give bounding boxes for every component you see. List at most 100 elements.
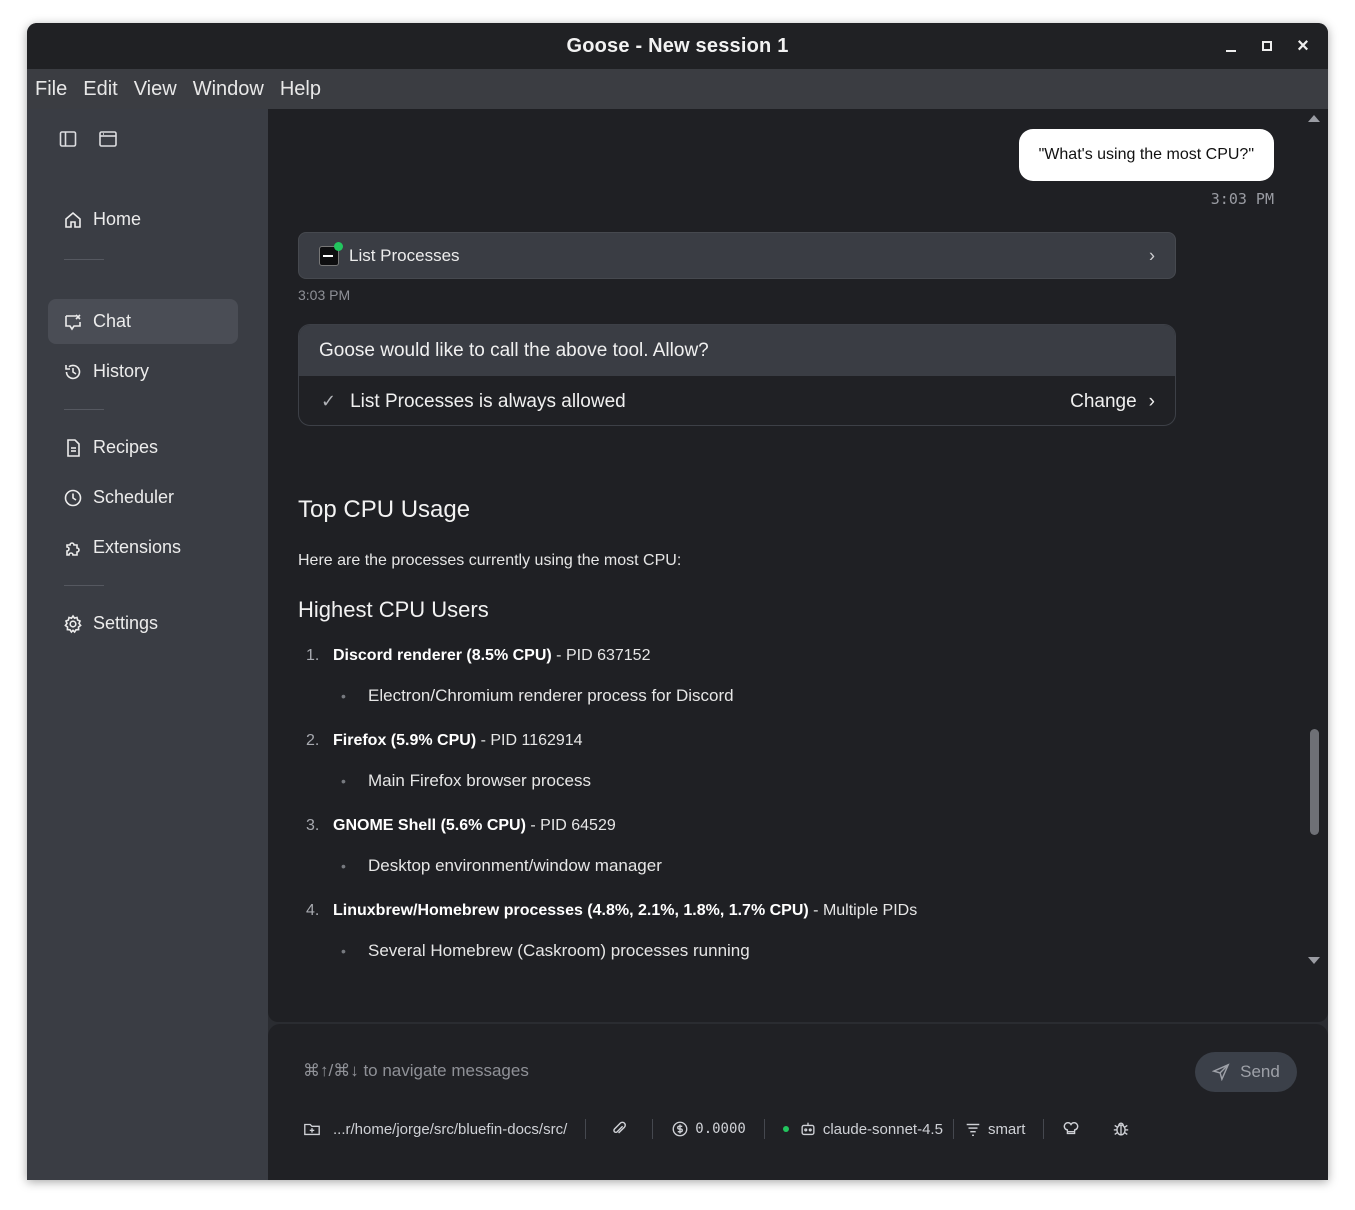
tool-call-card[interactable]: List Processes › (298, 232, 1176, 279)
menu-help[interactable]: Help (280, 78, 321, 101)
scroll-down-arrow[interactable] (1308, 957, 1320, 964)
response-heading: Top CPU Usage (298, 496, 471, 523)
user-message-time: 3:03 PM (1210, 190, 1274, 208)
menu-bar: File Edit View Window Help (27, 69, 1328, 109)
maximize-button[interactable] (1260, 39, 1274, 53)
sidebar-item-label: History (93, 361, 150, 381)
working-directory[interactable]: ...r/home/jorge/src/bluefin-docs/src/ (333, 1121, 567, 1138)
chevron-right-icon: › (1148, 390, 1155, 412)
list-number: 3. (306, 817, 320, 834)
chat-icon (65, 313, 81, 330)
close-button[interactable]: × (1296, 36, 1310, 56)
chef-hat-icon[interactable] (1062, 1120, 1080, 1138)
menu-edit[interactable]: Edit (83, 78, 117, 101)
list-number: 2. (306, 732, 320, 749)
menu-view[interactable]: View (134, 78, 177, 101)
sidebar-item-extensions[interactable]: Extensions (48, 525, 238, 570)
sidebar-item-scheduler[interactable]: Scheduler (48, 475, 238, 520)
list-subitem-text: Electron/Chromium renderer process for D… (368, 686, 734, 705)
status-dot (334, 241, 343, 251)
scrollbar-thumb[interactable] (1310, 729, 1319, 835)
window-title: Goose - New session 1 (566, 34, 789, 57)
sidebar-item-label: Settings (93, 613, 159, 633)
sidebar-item-label: Extensions (93, 537, 182, 557)
bullet: • (341, 773, 346, 789)
new-window-icon[interactable] (98, 129, 118, 149)
clock-icon (64, 489, 82, 506)
status-divider (652, 1119, 654, 1139)
folder-icon[interactable] (303, 1120, 321, 1138)
list-subitem: • Main Firefox browser process (341, 771, 591, 791)
send-icon (1212, 1063, 1230, 1081)
model-selector[interactable]: claude-sonnet-4.5 (823, 1121, 943, 1138)
change-permission-button[interactable]: Change › (1070, 391, 1155, 413)
window-controls: × (1224, 23, 1310, 69)
sidebar-item-chat[interactable]: Chat (48, 299, 238, 344)
model-status-dot (782, 1126, 789, 1132)
list-subitem-text: Desktop environment/window manager (368, 856, 662, 875)
home-icon (65, 211, 81, 228)
list-number: 4. (306, 902, 320, 919)
chevron-right-icon: › (1149, 245, 1155, 265)
bullet: • (341, 943, 346, 959)
filter-icon (966, 1123, 980, 1137)
list-item-rest: - PID 64529 (525, 817, 616, 834)
list-item: 1. Discord renderer (8.5% CPU) - PID 6371… (306, 647, 650, 665)
minimize-button[interactable] (1224, 39, 1238, 53)
list-item-rest: - PID 637152 (551, 647, 651, 664)
send-button[interactable]: Send (1195, 1052, 1297, 1092)
sidebar-item-label: Scheduler (93, 487, 175, 507)
sidebar-item-history[interactable]: History (48, 349, 238, 394)
token-cost: 0.0000 (695, 1121, 746, 1137)
list-subitem-text: Main Firefox browser process (368, 771, 591, 790)
list-item-rest: - Multiple PIDs (808, 902, 918, 919)
list-item: 2. Firefox (5.9% CPU) - PID 1162914 (306, 732, 583, 750)
bullet: • (341, 858, 346, 874)
sidebar-item-label: Chat (93, 311, 132, 331)
history-icon (65, 364, 81, 379)
nav-divider (64, 585, 104, 586)
sidebar-toolbar (58, 129, 118, 149)
status-divider (952, 1119, 954, 1139)
puzzle-icon (66, 541, 80, 556)
check-icon: ✓ (321, 391, 337, 411)
list-item: 4. Linuxbrew/Homebrew processes (4.8%, 2.… (306, 902, 917, 920)
list-item-rest: - PID 1162914 (476, 732, 583, 749)
menu-window[interactable]: Window (193, 78, 264, 101)
tool-call-label: List Processes (349, 245, 460, 265)
list-item-bold: Firefox (5.9% CPU) (333, 732, 477, 749)
terminal-icon (319, 241, 343, 266)
message-input[interactable]: ⌘↑/⌘↓ to navigate messages (303, 1061, 529, 1081)
sidebar-toggle-icon[interactable] (58, 129, 78, 149)
paperclip-icon[interactable] (610, 1120, 628, 1138)
list-item: 3. GNOME Shell (5.6% CPU) - PID 64529 (306, 817, 616, 835)
status-bar: ...r/home/jorge/src/bluefin-docs/src/ 0.… (303, 1117, 1130, 1141)
permission-card: Goose would like to call the above tool.… (298, 324, 1176, 426)
response-intro: Here are the processes currently using t… (298, 552, 682, 569)
list-item-bold: GNOME Shell (5.6% CPU) (333, 817, 526, 834)
sidebar-item-settings[interactable]: Settings (48, 601, 238, 646)
sidebar-item-label: Recipes (93, 437, 159, 457)
list-item-bold: Linuxbrew/Homebrew processes (4.8%, 2.1%… (333, 902, 809, 919)
tool-call-time: 3:03 PM (298, 287, 351, 303)
composer: ⌘↑/⌘↓ to navigate messages Send ...r/hom… (268, 1024, 1328, 1180)
menu-file[interactable]: File (35, 78, 67, 101)
bug-icon[interactable] (1112, 1120, 1130, 1138)
sidebar-item-recipes[interactable]: Recipes (48, 425, 238, 470)
mode-selector[interactable]: smart (988, 1121, 1026, 1138)
recipe-icon (67, 438, 80, 457)
sidebar: Home Chat History Recipes Scheduler Exte… (27, 109, 268, 1180)
status-divider (585, 1119, 587, 1139)
title-bar: Goose - New session 1 × (27, 23, 1328, 69)
user-message-bubble: "What's using the most CPU?" (1018, 129, 1274, 181)
scroll-up-arrow[interactable] (1308, 115, 1320, 122)
coin-icon (672, 1121, 688, 1137)
chat-area[interactable]: "What's using the most CPU?" 3:03 PM Lis… (268, 109, 1328, 1022)
response-subheading: Highest CPU Users (298, 597, 489, 622)
list-item-bold: Discord renderer (8.5% CPU) (333, 647, 552, 664)
permission-status-row: ✓ List Processes is always allowed Chang… (299, 376, 1175, 425)
list-subitem: • Electron/Chromium renderer process for … (341, 686, 734, 706)
gear-icon (64, 614, 82, 633)
send-label: Send (1240, 1062, 1280, 1081)
sidebar-item-home[interactable]: Home (48, 197, 238, 242)
